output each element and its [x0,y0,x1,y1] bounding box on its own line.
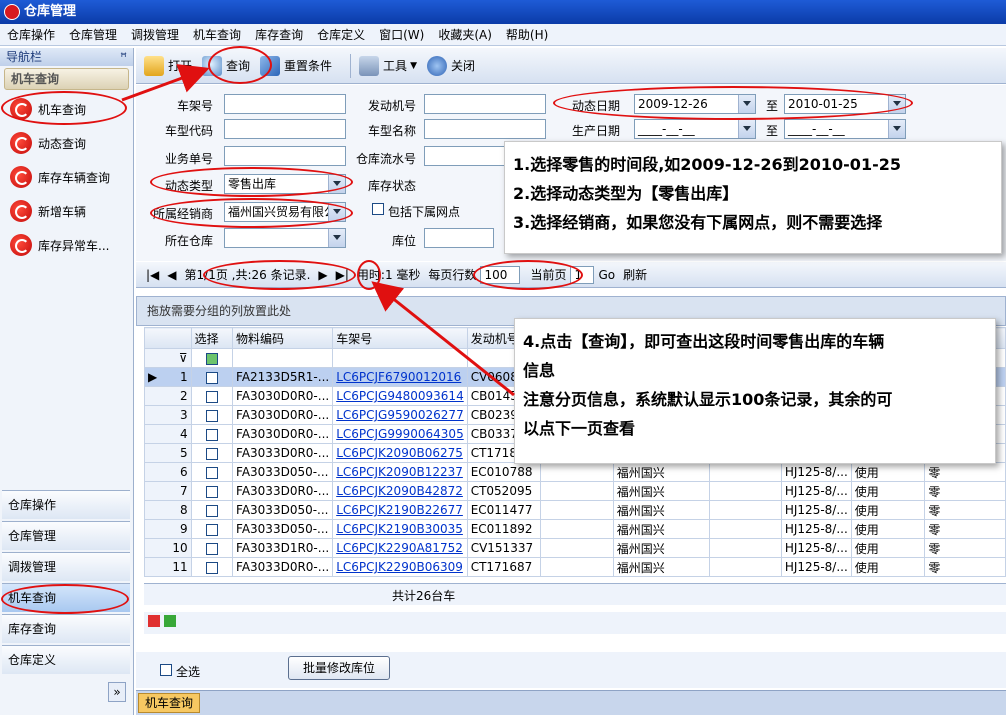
chevron-down-icon [333,235,341,240]
arrow-to-query [121,64,210,102]
annotation-arrows [121,64,515,397]
chevron-down-icon [743,101,751,106]
chevron-down-icon [743,126,751,131]
chevron-down-icon [893,126,901,131]
chevron-down-icon [893,101,901,106]
chevron-down-icon [333,209,341,214]
arrow-to-next-page [371,281,515,397]
chevron-down-icon [333,181,341,186]
